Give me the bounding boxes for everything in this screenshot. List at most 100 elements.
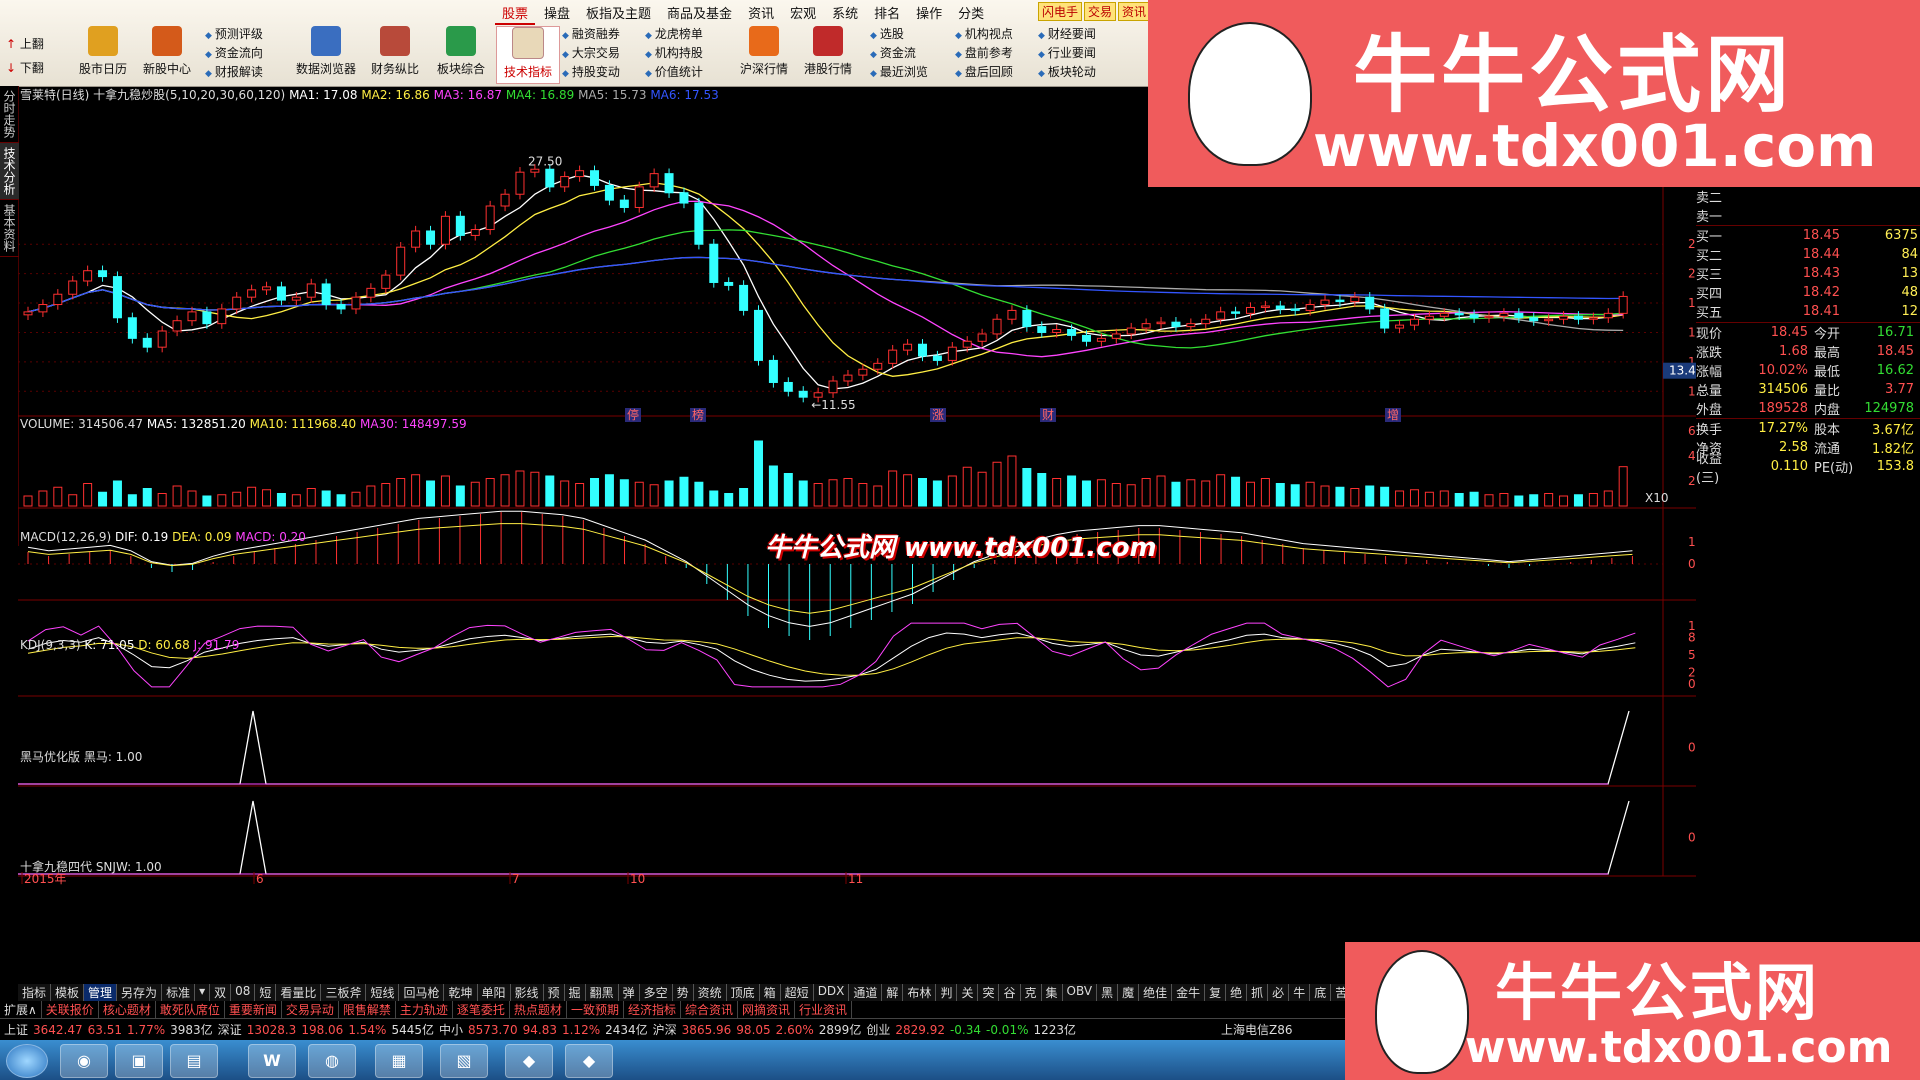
premarket-link[interactable]: 盘前参考 — [955, 45, 1013, 64]
tab-technical[interactable]: 技术分析 — [0, 143, 19, 200]
tab-tongdao[interactable]: 通道 — [849, 984, 883, 1001]
menu-rank[interactable]: 排名 — [867, 2, 907, 25]
tab-standard[interactable]: 标准 — [162, 984, 196, 1001]
tab-double[interactable]: 双 — [210, 984, 232, 1001]
menu-news[interactable]: 资讯 — [741, 2, 781, 25]
tab-dingdi[interactable]: 顶底 — [726, 984, 760, 1001]
tab-sunyang[interactable]: 单阳 — [477, 984, 511, 1001]
start-button[interactable] — [6, 1044, 48, 1078]
tab-bi[interactable]: 必 — [1268, 984, 1290, 1001]
tab-niu[interactable]: 牛 — [1289, 984, 1311, 1001]
board-summary-button[interactable]: 板块综合 — [430, 26, 492, 82]
page-down-button[interactable]: ↓ 下翻 — [6, 56, 44, 80]
hk-quote-button[interactable]: 港股行情 — [797, 26, 859, 82]
tab-yingxian[interactable]: 影线 — [510, 984, 544, 1001]
tab-important-news[interactable]: 重要新闻 — [225, 1001, 282, 1018]
tab-deathlist[interactable]: 敢死队席位 — [156, 1001, 225, 1018]
recent-browse-link[interactable]: 最近浏览 — [870, 64, 928, 83]
tab-zijin[interactable]: 资统 — [693, 984, 727, 1001]
tab-xiang[interactable]: 箱 — [759, 984, 781, 1001]
data-browser-button[interactable]: 数据浏览器 — [295, 26, 357, 82]
tab-web-news[interactable]: 网摘资讯 — [738, 1001, 795, 1018]
tab-zhua[interactable]: 抓 — [1247, 984, 1269, 1001]
tab-indicator[interactable]: 指标 — [18, 984, 52, 1001]
tab-jue2[interactable]: 绝 — [1226, 984, 1248, 1001]
taskbar-app-8[interactable]: ◆ — [505, 1044, 553, 1078]
tab-core-theme[interactable]: 核心题材 — [99, 1001, 156, 1018]
tab-08[interactable]: 08 — [231, 984, 256, 1001]
postmarket-link[interactable]: 盘后回顾 — [955, 64, 1013, 83]
calendar-button[interactable]: 股市日历 — [72, 26, 134, 82]
tab-fundamentals[interactable]: 基本资料 — [0, 200, 19, 257]
trade-button[interactable]: 交易 — [1084, 2, 1117, 21]
tab-obv[interactable]: OBV — [1062, 984, 1098, 1001]
tab-fu[interactable]: 复 — [1205, 984, 1227, 1001]
menu-boards[interactable]: 板指及主题 — [579, 2, 658, 25]
taskbar-app-7[interactable]: ▧ — [440, 1044, 488, 1078]
tab-shi[interactable]: 势 — [672, 984, 694, 1001]
tab-gu[interactable]: 谷 — [999, 984, 1021, 1001]
tab-ji[interactable]: 集 — [1041, 984, 1063, 1001]
tab-intraday[interactable]: 分时走势 — [0, 86, 19, 143]
tab-view[interactable]: 看量比 — [276, 984, 322, 1001]
tab-economy-index[interactable]: 经济指标 — [624, 1001, 681, 1018]
tab-hot-theme[interactable]: 热点题材 — [510, 1001, 567, 1018]
tab-main-track[interactable]: 主力轨迹 — [396, 1001, 453, 1018]
tab-order-track[interactable]: 逐笔委托 — [453, 1001, 510, 1018]
holding-change-link[interactable]: 持股变动 — [562, 64, 620, 83]
margin-trading-link[interactable]: 融资融券 — [562, 26, 620, 45]
tab-manage[interactable]: 管理 — [84, 984, 118, 1001]
tab-chaoduan[interactable]: 超短 — [780, 984, 814, 1001]
tab-pan[interactable]: 判 — [936, 984, 958, 1001]
tab-yu[interactable]: 预 — [543, 984, 565, 1001]
tab-short[interactable]: 短 — [255, 984, 277, 1001]
sector-rotation-link[interactable]: 板块轮动 — [1038, 64, 1096, 83]
finance-compare-button[interactable]: 财务纵比 — [364, 26, 426, 82]
value-stats-link[interactable]: 价值统计 — [645, 64, 703, 83]
ipo-center-button[interactable]: 新股中心 — [136, 26, 198, 82]
sh-sz-quote-button[interactable]: 沪深行情 — [733, 26, 795, 82]
tab-di[interactable]: 底 — [1310, 984, 1332, 1001]
page-up-button[interactable]: ↑ 上翻 — [6, 32, 44, 56]
menu-funds[interactable]: 商品及基金 — [660, 2, 739, 25]
finance-news-link[interactable]: 财经要闻 — [1038, 26, 1096, 45]
block-trade-link[interactable]: 大宗交易 — [562, 45, 620, 64]
tab-tan[interactable]: 弹 — [618, 984, 640, 1001]
menu-system[interactable]: 系统 — [825, 2, 865, 25]
tab-huima[interactable]: 回马枪 — [399, 984, 445, 1001]
tab-trade-anomaly[interactable]: 交易异动 — [282, 1001, 339, 1018]
taskbar-word[interactable]: W — [248, 1044, 296, 1078]
taskbar-app-3[interactable]: ▤ — [170, 1044, 218, 1078]
tab-juejia[interactable]: 绝佳 — [1139, 984, 1173, 1001]
taskbar-app-2[interactable]: ▣ — [115, 1044, 163, 1078]
flash-trade-button[interactable]: 闪电手 — [1038, 2, 1083, 21]
tab-ke[interactable]: 克 — [1020, 984, 1042, 1001]
news-button[interactable]: 资讯 — [1118, 2, 1151, 21]
menu-trading[interactable]: 操盘 — [537, 2, 577, 25]
report-interpret-link[interactable]: 财报解读 — [205, 64, 263, 83]
tab-composite-news[interactable]: 综合资讯 — [681, 1001, 738, 1018]
capital-flow-link[interactable]: 资金流向 — [205, 45, 263, 64]
tab-template[interactable]: 模板 — [51, 984, 85, 1001]
inst-holding-link[interactable]: 机构持股 — [645, 45, 703, 64]
tab-qiankun[interactable]: 乾坤 — [444, 984, 478, 1001]
tab-fanhei[interactable]: 翻黑 — [585, 984, 619, 1001]
taskbar-app-5[interactable]: ◍ — [308, 1044, 356, 1078]
tab-related-quote[interactable]: 关联报价 — [42, 1001, 99, 1018]
dragon-tiger-link[interactable]: 龙虎榜单 — [645, 26, 703, 45]
capital-link[interactable]: 资金流 — [870, 45, 928, 64]
tab-expand[interactable]: 扩展∧ — [0, 1001, 42, 1018]
tab-industry-news[interactable]: 行业资讯 — [795, 1001, 853, 1018]
tab-ddx[interactable]: DDX — [813, 984, 850, 1001]
tab-hei[interactable]: 黑 — [1097, 984, 1119, 1001]
tab-unlock[interactable]: 限售解禁 — [339, 1001, 396, 1018]
industry-news-link[interactable]: 行业要闻 — [1038, 45, 1096, 64]
tab-dropdown[interactable]: ▾ — [195, 984, 211, 1001]
taskbar-app-1[interactable]: ◉ — [60, 1044, 108, 1078]
tab-bulin[interactable]: 布林 — [903, 984, 937, 1001]
tech-indicator-button[interactable]: 技术指标 — [496, 26, 560, 84]
tab-mo[interactable]: 魔 — [1118, 984, 1140, 1001]
tab-guan[interactable]: 关 — [957, 984, 979, 1001]
tab-duokong[interactable]: 多空 — [639, 984, 673, 1001]
tab-board[interactable]: 三板斧 — [321, 984, 367, 1001]
